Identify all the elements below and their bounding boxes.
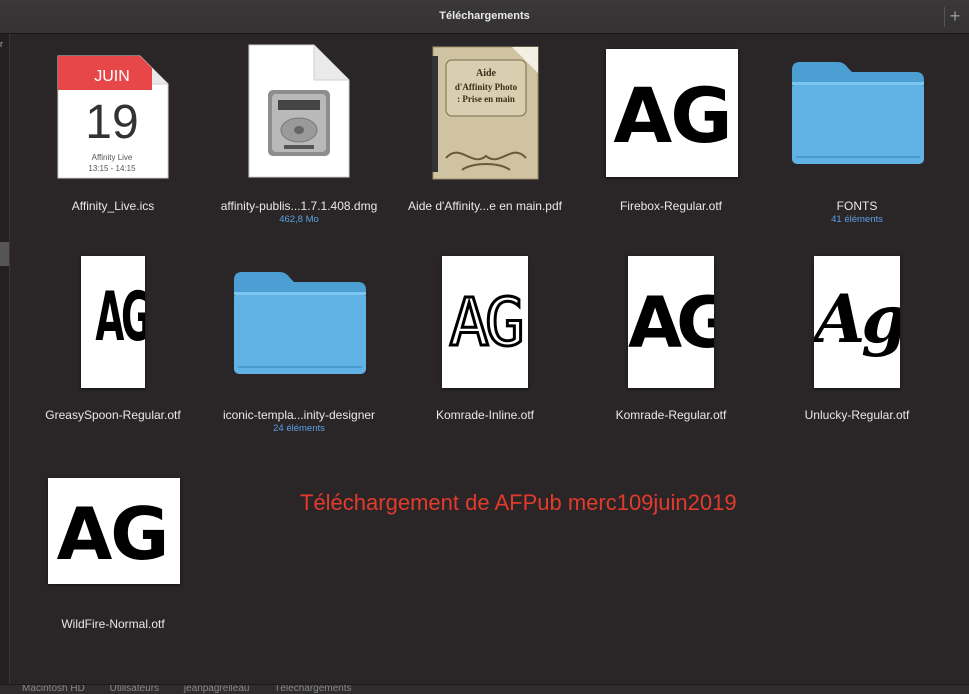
file-item-firebox-otf[interactable]: AG Firebox-Regular.otf: [586, 44, 756, 214]
file-size: 462,8 Mo: [279, 214, 319, 225]
font-glyphs: AG: [448, 283, 526, 363]
folder-count: 41 éléments: [831, 214, 883, 225]
font-preview: AG: [48, 478, 180, 584]
file-name: Komrade-Inline.otf: [435, 408, 535, 422]
sidebar-selection: [0, 242, 9, 266]
file-name: affinity-publis...1.7.1.408.dmg: [220, 199, 378, 213]
font-preview: AG: [606, 49, 738, 177]
cover-line-1: Aide: [476, 68, 497, 79]
font-glyphs: AG: [95, 278, 145, 357]
folder-item-iconic-templates[interactable]: iconic-templa...inity-designer 24 élémen…: [214, 254, 384, 434]
folder-name: iconic-templa...inity-designer: [222, 408, 376, 422]
calendar-file-icon: JUIN 19 Affinity Live 13:15 - 14:15: [57, 55, 169, 179]
file-item-komrade-inline-otf[interactable]: AG Komrade-Inline.otf: [400, 254, 570, 424]
file-item-aide-affinity-pdf[interactable]: Aide d'Affinity Photo : Prise en main Ai…: [400, 44, 570, 214]
pdf-book-icon: Aide d'Affinity Photo : Prise en main: [432, 46, 539, 180]
sidebar-edge-text: r: [0, 39, 3, 49]
cover-line-2: d'Affinity Photo: [455, 82, 518, 92]
new-tab-button[interactable]: +: [944, 7, 965, 27]
folder-name: FONTS: [836, 199, 878, 213]
file-item-komrade-regular-otf[interactable]: AG Komrade-Regular.otf: [586, 254, 756, 424]
disk-image-icon: [248, 44, 350, 178]
file-grid: JUIN 19 Affinity Live 13:15 - 14:15 Affi…: [10, 34, 969, 684]
calendar-time: 13:15 - 14:15: [88, 164, 136, 173]
file-item-greasyspoon-otf[interactable]: AG GreasySpoon-Regular.otf: [28, 254, 198, 424]
file-name: Firebox-Regular.otf: [619, 199, 723, 213]
folder-count: 24 éléments: [273, 423, 325, 434]
file-name: GreasySpoon-Regular.otf: [45, 408, 181, 422]
calendar-event: Affinity Live: [92, 153, 133, 162]
font-preview: AG: [81, 256, 145, 388]
file-item-wildfire-normal-otf[interactable]: AG WildFire-Normal.otf: [28, 468, 198, 638]
font-glyphs: AG: [628, 282, 714, 364]
font-glyphs: AG: [56, 492, 170, 576]
sidebar-edge: r: [0, 34, 10, 684]
file-name: Unlucky-Regular.otf: [804, 408, 910, 422]
file-item-affinity-publisher-dmg[interactable]: affinity-publis...1.7.1.408.dmg 462,8 Mo: [214, 44, 384, 225]
font-preview: AG: [628, 256, 714, 388]
file-item-affinity-live-ics[interactable]: JUIN 19 Affinity Live 13:15 - 14:15 Affi…: [28, 44, 198, 214]
file-item-unlucky-regular-otf[interactable]: Ag Unlucky-Regular.otf: [772, 254, 942, 424]
font-preview: AG: [442, 256, 528, 388]
file-name: Affinity_Live.ics: [71, 199, 155, 213]
calendar-month: JUIN: [94, 68, 130, 85]
file-name: Komrade-Regular.otf: [615, 408, 727, 422]
file-name: WildFire-Normal.otf: [61, 617, 165, 631]
folder-icon: [792, 62, 924, 164]
font-glyphs: AG: [613, 71, 732, 160]
folder-icon: [234, 272, 366, 374]
folder-item-fonts[interactable]: FONTS 41 éléments: [772, 44, 942, 225]
annotation-text: Téléchargement de AFPub merc109juin2019: [300, 490, 737, 515]
cover-line-3: : Prise en main: [457, 94, 515, 104]
font-preview: Ag: [814, 256, 900, 388]
title-bar: Téléchargements +: [0, 0, 969, 34]
calendar-day: 19: [85, 96, 138, 149]
window-title: Téléchargements: [439, 10, 530, 22]
font-glyphs: Ag: [814, 280, 900, 358]
file-name: Aide d'Affinity...e en main.pdf: [408, 199, 562, 213]
